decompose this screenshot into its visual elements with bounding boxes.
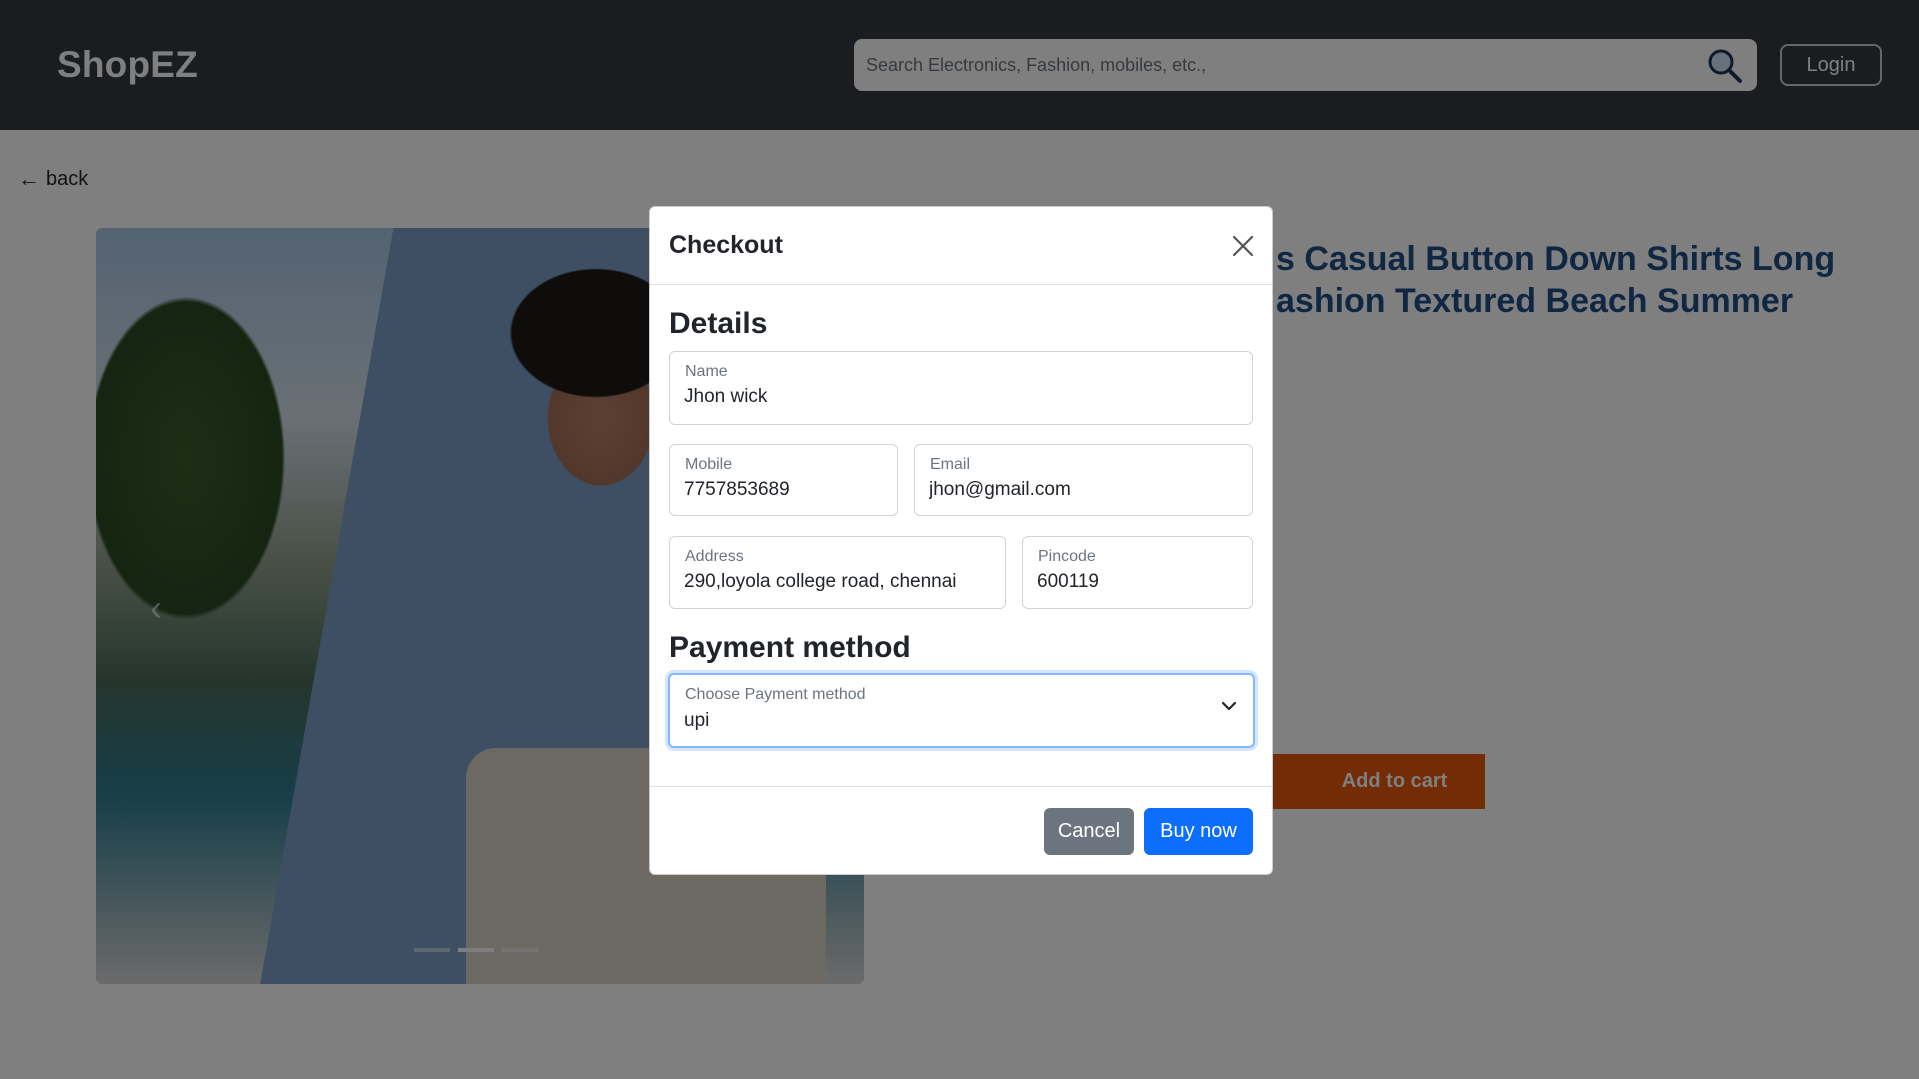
pincode-field[interactable]: Pincode xyxy=(1022,536,1253,609)
chevron-down-icon xyxy=(1221,701,1237,711)
buy-now-button[interactable]: Buy now xyxy=(1144,808,1253,855)
address-input[interactable] xyxy=(684,571,999,593)
modal-header: Checkout xyxy=(650,207,1272,285)
modal-footer: Cancel Buy now xyxy=(650,786,1272,875)
pincode-label: Pincode xyxy=(1038,548,1096,565)
mobile-field[interactable]: Mobile xyxy=(669,444,898,516)
cancel-button[interactable]: Cancel xyxy=(1044,808,1134,855)
modal-title: Checkout xyxy=(669,231,783,259)
name-field[interactable]: Name xyxy=(669,351,1253,425)
checkout-modal: Checkout Details Name Mobile Email Addre… xyxy=(649,206,1273,875)
email-label: Email xyxy=(930,456,971,473)
name-label: Name xyxy=(685,363,728,380)
address-label: Address xyxy=(685,548,744,565)
payment-method-label: Choose Payment method xyxy=(685,686,866,703)
close-icon[interactable] xyxy=(1228,231,1258,261)
mobile-input[interactable] xyxy=(684,479,891,501)
payment-method-value: upi xyxy=(684,710,710,731)
name-input[interactable] xyxy=(684,386,1246,408)
payment-method-select[interactable]: Choose Payment method upi xyxy=(668,673,1255,748)
payment-heading: Payment method xyxy=(669,631,911,664)
email-input[interactable] xyxy=(929,479,1246,501)
details-heading: Details xyxy=(669,307,768,340)
address-field[interactable]: Address xyxy=(669,536,1006,609)
mobile-label: Mobile xyxy=(685,456,733,473)
pincode-input[interactable] xyxy=(1037,571,1246,593)
email-field[interactable]: Email xyxy=(914,444,1253,516)
